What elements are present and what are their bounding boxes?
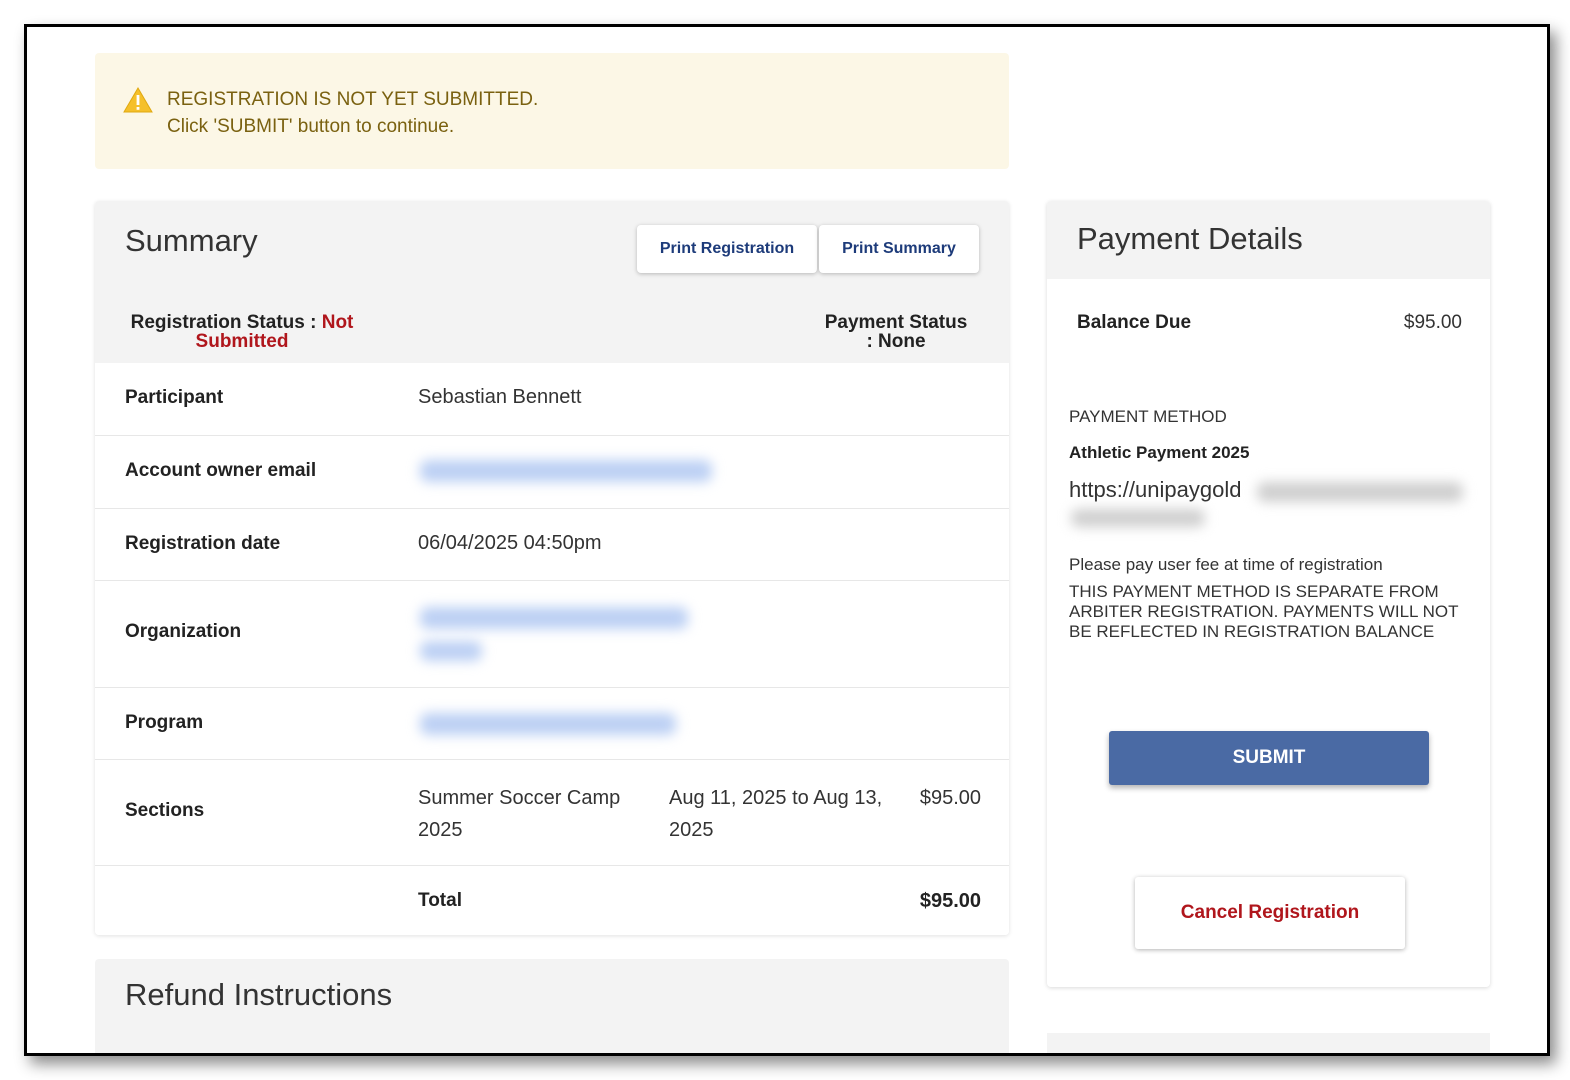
participant-row: Participant Sebastian Bennett <box>95 363 1009 436</box>
program-row: Program <box>95 688 1009 760</box>
payment-url-redacted-2 <box>1071 509 1205 527</box>
section-name: Summer Soccer Camp 2025 <box>418 787 621 841</box>
payment-method-url[interactable]: https://unipaygold <box>1069 477 1241 503</box>
summary-card: Summary Print Registration Print Summary… <box>95 201 1009 935</box>
registration-date-label: Registration date <box>125 533 281 554</box>
organization-value-redacted <box>420 607 688 629</box>
organization-label: Organization <box>125 621 242 642</box>
cancel-registration-button[interactable]: Cancel Registration <box>1135 877 1405 949</box>
payment-status-value: : None <box>866 331 926 352</box>
payment-details-card: Payment Details Balance Due $95.00 PAYME… <box>1047 201 1490 987</box>
email-row: Account owner email <box>95 436 1009 509</box>
section-price: $95.00 <box>919 787 981 809</box>
sections-label: Sections <box>125 800 205 821</box>
payment-status-label: Payment Status <box>824 312 968 333</box>
program-value-redacted <box>420 713 676 735</box>
summary-title: Summary <box>125 223 258 258</box>
payment-details-header: Payment Details <box>1047 201 1490 279</box>
payment-url-redacted <box>1257 482 1463 502</box>
participant-value: Sebastian Bennett <box>418 386 582 408</box>
submit-button[interactable]: SUBMIT <box>1109 731 1429 785</box>
payment-status: Payment Status : None <box>815 313 977 351</box>
payment-details-title: Payment Details <box>1077 221 1303 256</box>
total-value: $95.00 <box>919 890 981 912</box>
balance-due-value: $95.00 <box>1403 312 1462 333</box>
payment-method-warning: THIS PAYMENT METHOD IS SEPARATE FROM ARB… <box>1069 582 1459 641</box>
balance-due-label: Balance Due <box>1077 312 1192 333</box>
alert-line-1: REGISTRATION IS NOT YET SUBMITTED. <box>167 89 539 110</box>
registration-date-value: 06/04/2025 04:50pm <box>418 532 602 554</box>
registration-date-row: Registration date 06/04/2025 04:50pm <box>95 509 1009 581</box>
email-label: Account owner email <box>125 460 317 481</box>
next-card-header <box>1047 1033 1490 1053</box>
alert-line-2: Click 'SUBMIT' button to continue. <box>167 116 455 137</box>
refund-instructions-title: Refund Instructions <box>125 977 393 1012</box>
print-registration-button[interactable]: Print Registration <box>637 225 817 273</box>
total-row: Total $95.00 <box>95 866 1009 935</box>
participant-label: Participant <box>125 387 224 408</box>
summary-header: Summary Print Registration Print Summary… <box>95 201 1009 363</box>
email-value-redacted[interactable] <box>420 460 712 482</box>
sections-row: Sections Summer Soccer Camp 2025 Aug 11,… <box>95 760 1009 866</box>
organization-value-redacted-2 <box>420 641 482 661</box>
registration-status: Registration Status : Not Submitted <box>117 313 367 351</box>
warning-icon <box>123 87 153 113</box>
total-label: Total <box>418 890 462 911</box>
print-summary-button[interactable]: Print Summary <box>819 225 979 273</box>
payment-method-heading: PAYMENT METHOD <box>1069 407 1227 426</box>
program-label: Program <box>125 712 204 733</box>
page-frame: REGISTRATION IS NOT YET SUBMITTED. Click… <box>24 24 1550 1056</box>
registration-status-label: Registration Status : <box>130 312 317 333</box>
section-dates: Aug 11, 2025 to Aug 13, 2025 <box>669 787 883 841</box>
payment-method-name: Athletic Payment 2025 <box>1069 443 1250 462</box>
payment-method-note: Please pay user fee at time of registrat… <box>1069 555 1383 574</box>
not-submitted-alert: REGISTRATION IS NOT YET SUBMITTED. Click… <box>95 53 1009 169</box>
refund-instructions-card: Refund Instructions <box>95 959 1009 1053</box>
organization-row: Organization <box>95 581 1009 688</box>
